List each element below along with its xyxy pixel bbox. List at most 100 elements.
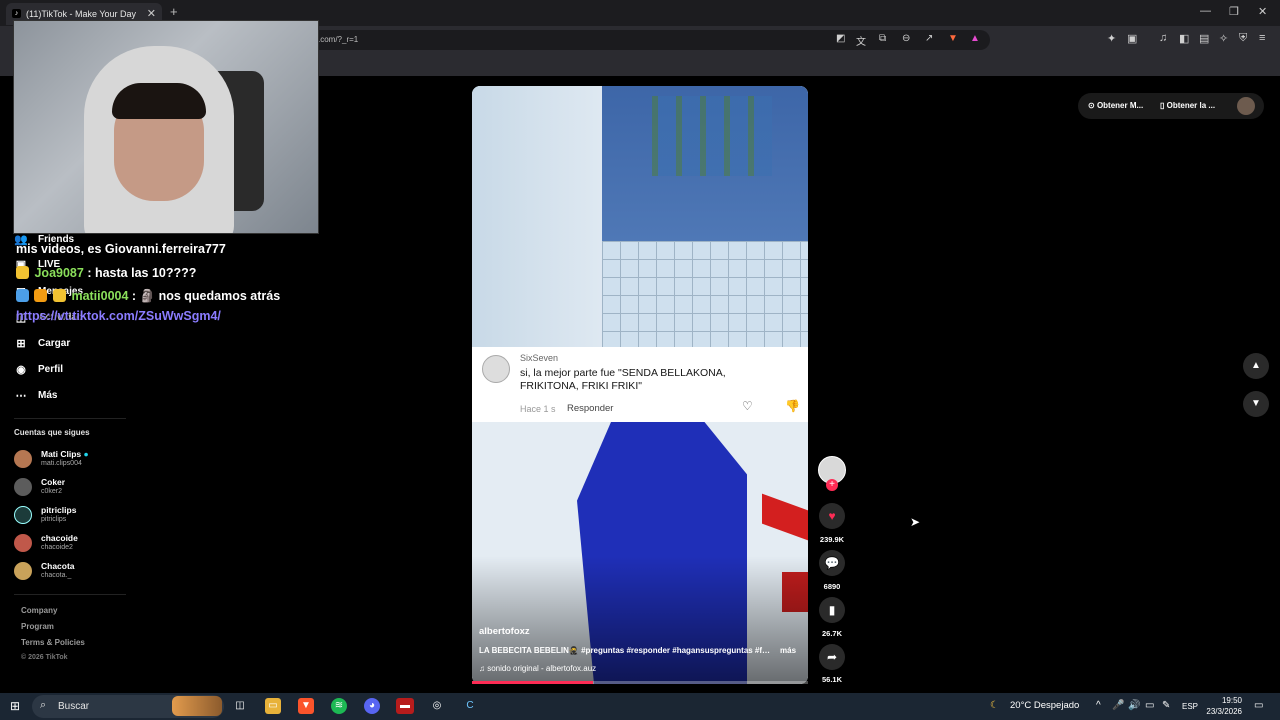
reader-icon[interactable]: ◩ [836,33,845,44]
voicemeeter-icon[interactable]: ▬ [396,698,414,714]
screenshot-icon[interactable]: ▣ [1127,32,1137,45]
following-account[interactable]: Chacota chacota._ [14,561,75,580]
desktop-icon: ⊙ [1088,101,1097,110]
chevron-up-icon[interactable]: ^ [1096,700,1101,711]
chevron-down-icon[interactable]: ▼ [1243,391,1269,417]
footer-link-company[interactable]: Company [21,606,57,615]
avatar [482,355,510,383]
windows-start-icon[interactable]: ⊞ [10,699,20,713]
reply-button[interactable]: Responder [567,403,613,414]
translate-icon[interactable]: 文 [856,33,866,48]
address-bar[interactable]: .com/?_r=1 [300,30,990,50]
vpn-icon[interactable]: ⛨ [1239,32,1247,45]
language-indicator[interactable]: ESP [1182,702,1198,711]
music-icon[interactable]: ♫ [1159,32,1167,44]
leo-icon[interactable]: ✧ [1219,32,1228,45]
cursor-app-icon[interactable]: C [462,698,478,714]
following-account[interactable]: Coker c0ker2 [14,477,65,496]
get-mobile-app-button[interactable]: ▯ Obtener la ... [1160,96,1215,116]
sidebar-item-profile[interactable]: ◉ Perfil [14,363,63,376]
share-icon[interactable]: ➦ [819,644,845,670]
like-count: 239.9K [819,535,845,544]
pen-icon[interactable]: ✎ [1162,700,1170,711]
clock[interactable]: 19:50 23/3/2026 [1202,695,1242,717]
badge-icon [34,289,48,302]
phone-icon: ▯ [1160,101,1167,110]
account-name: pitriclips [41,505,77,515]
minimize-button[interactable]: — [1200,5,1211,17]
video-sound[interactable]: ♫ sonido original - albertofox.auz [479,664,596,673]
weather-widget[interactable]: 20°C Despejado [990,700,1079,711]
share-icon[interactable]: ↗ [925,33,933,44]
comment-username[interactable]: SixSeven [520,353,558,363]
chat-link[interactable]: https://vt.tiktok.com/ZSuWwSgm4/ [16,309,221,323]
new-tab-button[interactable]: + [170,4,178,19]
wallet-icon[interactable]: ▤ [1199,32,1209,45]
obs-icon[interactable]: ◎ [429,698,445,714]
account-handle: chacoide2 [41,544,73,551]
comment-count: 6890 [823,582,841,591]
brave-shield-icon[interactable]: ▼ [948,33,958,44]
video-tiles [602,241,808,348]
webcam-overlay [13,20,319,234]
video-progress-bar[interactable] [472,681,808,684]
badge-icon [16,289,29,302]
notifications-icon[interactable]: ▭ [1254,700,1263,711]
microphone-icon[interactable]: 🎤 [1112,700,1124,711]
save-count: 26.7K [821,629,842,638]
footer-link-terms[interactable]: Terms & Policies [21,638,85,647]
rewards-icon[interactable]: ▲ [970,33,980,44]
account-handle: pitriclips [41,516,67,523]
follow-plus-icon[interactable]: + [826,479,838,491]
copyright: © 2026 TikTok [21,654,68,661]
menu-icon[interactable]: ≡ [1259,32,1265,44]
comment-text: si, la mejor parte fue "SENDA BELLAKONA,… [520,367,726,392]
brave-icon[interactable]: ▼ [298,698,314,714]
following-account[interactable]: chacoide chacoide2 [14,533,78,552]
more-button[interactable]: más [780,646,796,655]
sidebar-item-label: Perfil [38,364,64,375]
extensions-icon[interactable]: ✦ [1107,32,1116,45]
comment-card: SixSeven si, la mejor parte fue "SENDA B… [472,347,808,422]
clock-date: 23/3/2026 [1206,707,1242,716]
following-title: Cuentas que sigues [14,428,90,437]
following-account[interactable]: pitriclips pitriclips [14,505,76,524]
close-window-button[interactable]: ✕ [1258,5,1267,18]
account-name: chacoide [41,533,78,543]
sidebar-icon[interactable]: ◧ [1179,32,1189,45]
maximize-button[interactable]: ❐ [1229,5,1239,18]
tab-close-icon[interactable]: ✕ [147,7,156,20]
following-account[interactable]: Mati Clips ● mati.clips004 [14,449,89,468]
chat-message: matii0004 : 🗿 nos quedamos atrás [16,289,280,304]
zoom-icon[interactable]: ⊖ [902,33,910,44]
user-avatar[interactable] [1237,97,1255,115]
get-desktop-app-button[interactable]: ⊙ Obtener M... [1088,96,1143,116]
share-count: 56.1K [821,675,842,684]
upload-icon: ⊞ [16,338,26,350]
avatar [14,533,32,552]
mouse-cursor-icon: ➤ [910,515,921,529]
file-explorer-icon[interactable]: ▭ [265,698,281,714]
task-view-icon[interactable]: ◫ [232,698,248,714]
footer-link-program[interactable]: Program [21,622,54,631]
avatar [14,449,32,468]
sidebar-item-more[interactable]: ⋯ Más [14,389,58,402]
comment-time: Hace 1 s [520,404,556,414]
avatar [14,505,32,524]
dislike-icon[interactable]: 👎 [785,399,800,413]
discord-icon[interactable]: ◕ [364,698,380,714]
video-author[interactable]: albertofoxz [479,626,530,637]
sidebar-item-upload[interactable]: ⊞ Cargar [14,337,70,350]
spotify-icon[interactable]: ≋ [331,698,347,714]
chevron-up-icon[interactable]: ▲ [1243,353,1269,379]
network-icon[interactable]: ▭ [1145,700,1154,711]
heart-outline-icon[interactable]: ♡ [742,399,753,413]
volume-icon[interactable]: 🔊 [1128,700,1140,711]
chat-user: Joa9087 [34,266,84,280]
comment-icon[interactable]: 💬 [819,550,845,576]
open-external-icon[interactable]: ⧉ [879,33,886,44]
avatar [14,477,32,496]
heart-icon[interactable]: ♥ [819,503,845,529]
search-icon: ⌕ [40,699,47,711]
bookmark-icon[interactable]: ▮ [819,597,845,623]
